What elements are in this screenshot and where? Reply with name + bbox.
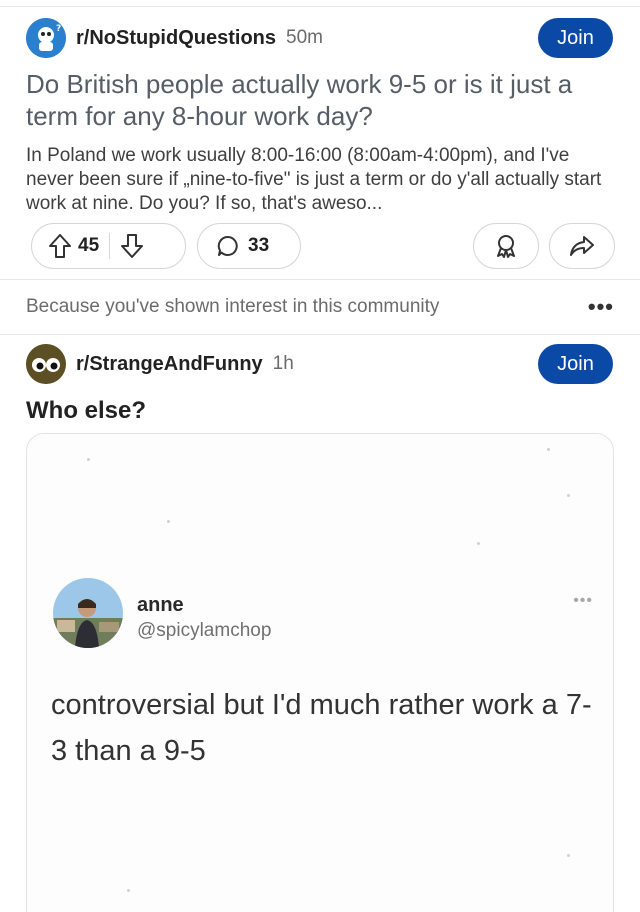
tweet-author-avatar [53, 578, 123, 648]
post-image[interactable]: anne @spicylamchop ••• controversial but… [26, 433, 614, 912]
image-speck [87, 458, 90, 461]
post-header: r/StrangeAndFunny 1h [26, 344, 294, 384]
vote-separator [109, 233, 111, 259]
image-speck [567, 494, 570, 497]
subreddit-avatar[interactable] [26, 344, 66, 384]
recommendation-divider [0, 334, 640, 335]
downvote-arrow-icon[interactable] [120, 233, 144, 259]
subreddit-name[interactable]: r/NoStupidQuestions [76, 27, 276, 50]
svg-text:?: ? [56, 24, 61, 34]
image-speck [547, 448, 550, 451]
subreddit-avatar[interactable]: ? [26, 18, 66, 58]
image-speck [127, 889, 130, 892]
post-time: 50m [286, 27, 323, 48]
recommendation-text: Because you've shown interest in this co… [26, 296, 440, 317]
tweet-author-handle: @spicylamchop [137, 620, 272, 641]
comment-bubble-icon [216, 234, 240, 258]
image-speck [167, 520, 170, 523]
top-divider [0, 6, 640, 7]
tweet-author-name: anne [137, 594, 184, 616]
image-speck [567, 854, 570, 857]
post-title[interactable]: Who else? [26, 397, 146, 425]
upvote-arrow-icon[interactable] [48, 233, 72, 259]
comment-count: 33 [248, 235, 270, 256]
comment-pill[interactable]: 33 [197, 223, 301, 269]
subreddit-name[interactable]: r/StrangeAndFunny [76, 353, 263, 376]
post-body[interactable]: In Poland we work usually 8:00-16:00 (8:… [26, 144, 616, 216]
tweet-more-icon: ••• [573, 592, 593, 609]
image-speck [477, 542, 480, 545]
upvote-count: 45 [78, 235, 100, 256]
tweet-text: controversial but I'd much rather work a… [51, 689, 592, 767]
award-button[interactable] [473, 223, 539, 269]
post-title[interactable]: Do British people actually work 9-5 or i… [26, 68, 616, 132]
share-button[interactable] [549, 223, 615, 269]
post-header: ? r/NoStupidQuestions 50m [26, 18, 323, 58]
award-icon [493, 233, 519, 259]
post-time: 1h [272, 353, 294, 374]
section-divider [0, 279, 640, 280]
join-button[interactable]: Join [538, 18, 613, 58]
join-button[interactable]: Join [538, 344, 613, 384]
more-options-icon[interactable]: ••• [588, 294, 614, 320]
share-icon [569, 234, 595, 258]
vote-pill: 45 [31, 223, 186, 269]
